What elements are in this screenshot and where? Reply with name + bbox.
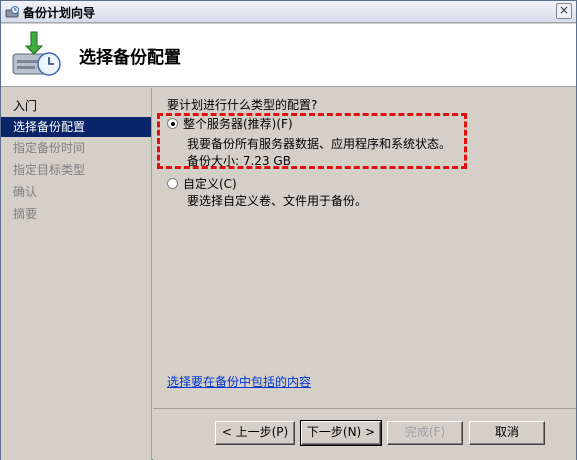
backup-contents-link[interactable]: 选择要在备份中包括的内容 xyxy=(167,373,311,390)
backup-app-icon xyxy=(5,5,19,19)
title-bar[interactable]: 备份计划向导 × xyxy=(1,1,576,23)
wizard-buttons: < 上一步(P) 下一步(N) > 完成(F) 取消 xyxy=(153,408,576,460)
finish-button: 完成(F) xyxy=(387,421,463,445)
wizard-window: 备份计划向导 × 选择备份配置 入门 选择备份配置 指定备份时间 指定目标类型 … xyxy=(0,0,577,460)
nav-step-destination-type: 指定目标类型 xyxy=(13,163,86,177)
custom-radio[interactable] xyxy=(167,178,178,189)
close-button[interactable]: × xyxy=(556,3,572,19)
option-full-server[interactable]: 整个服务器(推荐)(F) xyxy=(167,115,293,132)
wizard-header: 选择备份配置 xyxy=(1,24,576,87)
wizard-steps-nav: 入门 选择备份配置 指定备份时间 指定目标类型 确认 摘要 xyxy=(1,88,152,460)
cancel-button[interactable]: 取消 xyxy=(469,421,545,445)
page-title: 选择备份配置 xyxy=(79,48,181,68)
custom-label[interactable]: 自定义(C) xyxy=(183,177,237,191)
backup-size-text: 备份大小: 7.23 GB xyxy=(187,154,291,168)
option-custom[interactable]: 自定义(C) xyxy=(167,175,237,192)
back-button[interactable]: < 上一步(P) xyxy=(215,421,295,445)
nav-step-select-config[interactable]: 选择备份配置 xyxy=(1,117,151,137)
backup-schedule-icon xyxy=(9,30,63,80)
next-button[interactable]: 下一步(N) > xyxy=(300,420,382,446)
full-server-label[interactable]: 整个服务器(推荐)(F) xyxy=(183,117,293,131)
nav-step-getting-started[interactable]: 入门 xyxy=(1,96,151,116)
nav-step-backup-time: 指定备份时间 xyxy=(13,141,86,155)
full-server-radio[interactable] xyxy=(167,118,178,129)
nav-step-confirmation: 确认 xyxy=(13,185,38,199)
config-question: 要计划进行什么类型的配置? xyxy=(167,98,318,112)
nav-step-summary: 摘要 xyxy=(13,207,38,221)
window-title: 备份计划向导 xyxy=(23,6,96,20)
main-panel: 要计划进行什么类型的配置? 整个服务器(推荐)(F) 我要备份所有服务器数据、应… xyxy=(153,88,576,408)
full-server-description: 我要备份所有服务器数据、应用程序和系统状态。 xyxy=(187,137,452,151)
custom-description: 要选择自定义卷、文件用于备份。 xyxy=(187,194,368,208)
